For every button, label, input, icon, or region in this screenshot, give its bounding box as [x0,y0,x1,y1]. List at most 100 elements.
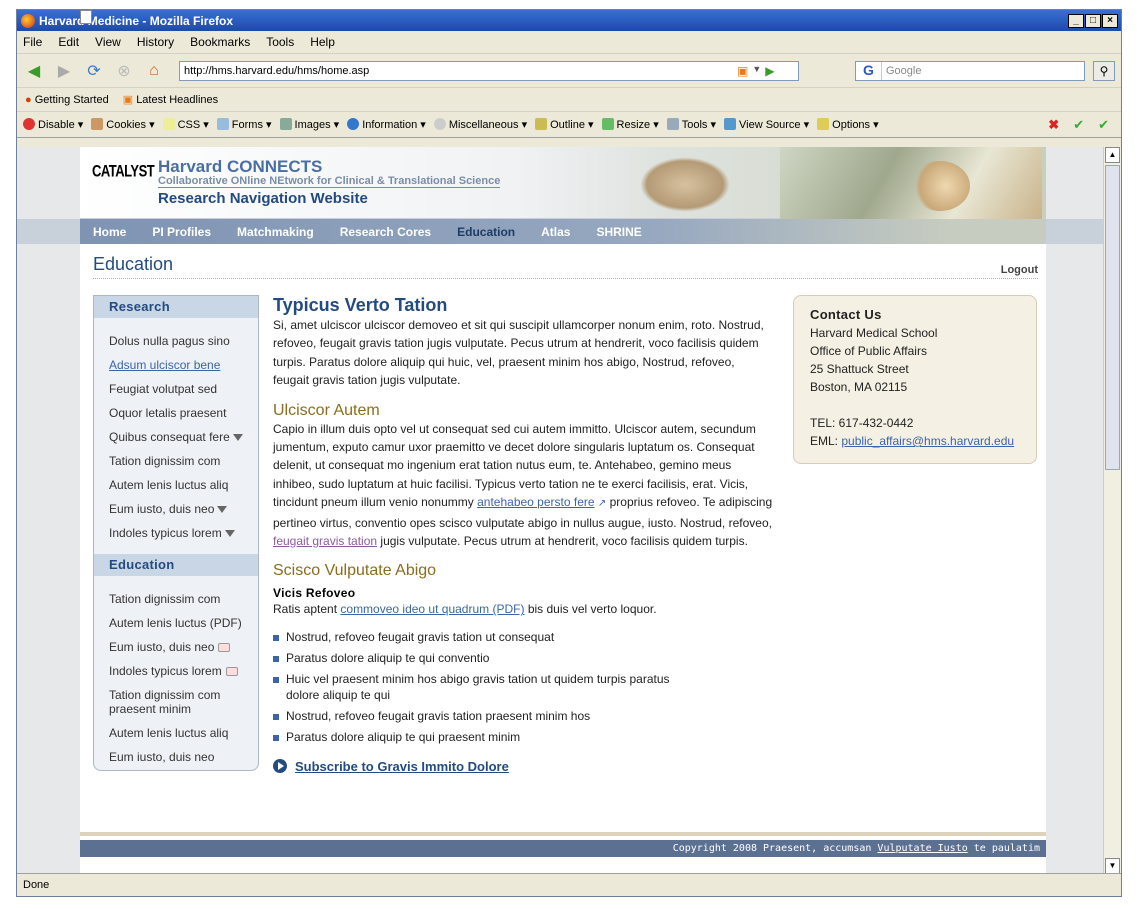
maximize-button[interactable]: □ [1085,13,1101,28]
nav-home[interactable]: Home [93,225,126,239]
nav-education[interactable]: Education [457,225,515,239]
article-heading: Typicus Verto Tation [273,295,448,315]
url-bar[interactable]: http://hms.harvard.edu/hms/home.asp [80,10,799,81]
error-icon[interactable]: ✖ [1048,117,1059,133]
back-icon[interactable]: ◀ [23,60,45,82]
expand-arrow-icon[interactable] [232,434,243,441]
subsection-heading: Vicis Refoveo [273,586,356,601]
google-icon[interactable]: G [856,61,882,80]
list-item: Paratus dolore aliquip te qui conventio [273,650,773,666]
sidebar-item[interactable]: Feugiat volutpat sed [109,382,258,396]
visited-link[interactable]: feugait gravis tation [273,534,377,548]
page-bottom [80,859,1046,874]
dev-resize[interactable]: Resize ▾ [601,118,659,131]
status-text: Done [23,879,50,891]
dev-css[interactable]: CSS ▾ [162,118,209,131]
dev-forms[interactable]: Forms ▾ [216,118,272,131]
web-page: CATALYST Harvard CONNECTS Collaborative … [17,147,1103,874]
menu-history[interactable]: History [137,35,174,49]
menu-file[interactable]: File [23,35,42,49]
list-item: Nostrud, refoveo feugait gravis tation u… [273,629,773,645]
footer-link[interactable]: Vulputate Iusto [877,843,967,854]
sidebar-item[interactable]: Tation dignissim com [109,454,258,468]
intro-paragraph: Si, amet ulciscor ulciscor demoveo et si… [273,318,764,388]
sidebar-item[interactable]: Dolus nulla pagus sino [109,334,258,348]
nav-shrine[interactable]: SHRINE [596,225,641,239]
subscribe-row: Subscribe to Gravis Immito Dolore [273,759,773,774]
menu-bookmarks[interactable]: Bookmarks [190,35,250,49]
dropdown-icon[interactable]: ▼ [752,64,761,78]
nav-research-cores[interactable]: Research Cores [340,225,431,239]
sidebar-item-video[interactable]: Eum iusto, duis neo [109,640,258,654]
menu-tools[interactable]: Tools [266,35,294,49]
expand-arrow-icon[interactable] [217,506,228,513]
go-icon[interactable]: ▶ [765,64,774,78]
section-paragraph: Capio in illum duis opto vel ut consequa… [273,421,773,549]
dev-information[interactable]: Information ▾ [347,118,426,131]
sidebar-item[interactable]: Autem lenis luctus (PDF) [109,616,258,630]
pdf-link[interactable]: commoveo ideo ut quadrum (PDF) [340,602,524,616]
nav-atlas[interactable]: Atlas [541,225,570,239]
dev-images[interactable]: Images ▾ [279,118,339,131]
nav-matchmaking[interactable]: Matchmaking [237,225,314,239]
menu-edit[interactable]: Edit [58,35,79,49]
contact-email-row: EML: public_affairs@hms.harvard.edu [810,434,1015,448]
dev-miscellaneous[interactable]: Miscellaneous ▾ [433,118,527,131]
play-icon[interactable] [273,759,287,774]
title-divider [93,278,1038,279]
scroll-thumb[interactable] [1105,165,1120,470]
web-developer-toolbar: Disable ▾ Cookies ▾ CSS ▾ Forms ▾ Images… [17,112,1121,138]
nav-pi-profiles[interactable]: PI Profiles [152,225,211,239]
css-valid-icon[interactable]: ✔ [1073,117,1084,133]
sidebar-item-expandable[interactable]: Indoles typicus lorem [109,526,258,540]
bookmark-getting-started[interactable]: ● Getting Started [25,94,109,106]
menu-help[interactable]: Help [310,35,335,49]
stop-icon[interactable]: ⊗ [113,60,135,82]
sidebar-heading-research: Research [94,296,258,318]
list-item: Nostrud, refoveo feugait gravis tation p… [273,708,773,724]
rss-icon[interactable]: ▣ [737,64,748,78]
site-title: Harvard CONNECTS [158,157,323,176]
bookmark-latest-headlines[interactable]: ▣ Latest Headlines [123,93,218,106]
close-button[interactable]: × [1102,13,1118,28]
dev-tools[interactable]: Tools ▾ [666,118,716,131]
forward-icon[interactable]: ▶ [53,60,75,82]
sidebar-item[interactable]: Autem lenis luctus aliq [109,726,258,740]
catalyst-logo[interactable]: CATALYST [92,161,155,181]
dev-options[interactable]: Options ▾ [817,118,879,131]
vertical-scrollbar[interactable]: ▲ ▼ [1103,147,1121,874]
expand-arrow-icon[interactable] [224,530,235,537]
logout-link[interactable]: Logout [1001,264,1038,276]
sidebar-item-expandable[interactable]: Eum iusto, duis neo [109,502,258,516]
scroll-down-icon[interactable]: ▼ [1105,858,1120,874]
menu-view[interactable]: View [95,35,121,49]
sidebar-item[interactable]: Autem lenis luctus aliq [109,478,258,492]
sidebar-item-expandable[interactable]: Quibus consequat fere [109,430,258,444]
minimize-button[interactable]: _ [1068,13,1084,28]
scroll-up-icon[interactable]: ▲ [1105,147,1120,163]
sidebar-item[interactable]: Adsum ulciscor bene [109,358,258,372]
status-bar: Done [17,873,1121,896]
reload-icon[interactable]: ⟳ [83,60,105,82]
footer-rule [80,832,1046,836]
sidebar-item[interactable]: Tation dignissim com [109,592,258,606]
home-icon[interactable]: ⌂ [143,60,165,82]
url-text: http://hms.harvard.edu/hms/home.asp [184,64,370,77]
sidebar-item-video[interactable]: Indoles typicus lorem [109,664,258,678]
sidebar-item[interactable]: Tation dignissim com praesent minim [109,688,239,716]
html-valid-icon[interactable]: ✔ [1098,117,1109,133]
external-link[interactable]: antehabeo persto fere [477,495,594,509]
search-icon[interactable]: ⚲ [1093,60,1115,81]
navigation-toolbar: ◀ ▶ ⟳ ⊗ ⌂ http://hms.harvard.edu/hms/hom… [17,10,1121,88]
sidebar-item[interactable]: Eum iusto, duis neo [109,750,258,764]
dev-outline[interactable]: Outline ▾ [535,118,594,131]
subscribe-link[interactable]: Subscribe to Gravis Immito Dolore [295,759,509,774]
dev-disable[interactable]: Disable ▾ [23,118,83,131]
search-box[interactable]: G Google [855,60,1085,81]
contact-line: Office of Public Affairs [810,344,927,358]
site-tagline: Research Navigation Website [158,190,368,207]
email-link[interactable]: public_affairs@hms.harvard.edu [841,434,1014,448]
sidebar-item[interactable]: Oquor letalis praesent [109,406,258,420]
dev-view-source[interactable]: View Source ▾ [724,118,809,131]
dev-cookies[interactable]: Cookies ▾ [91,118,155,131]
